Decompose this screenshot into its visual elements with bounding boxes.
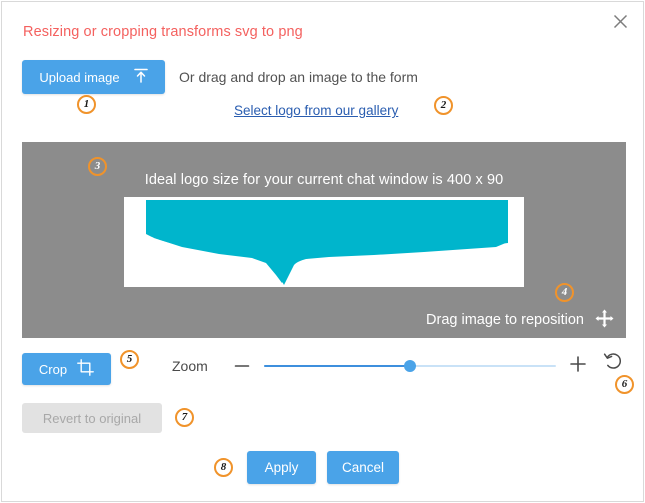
upload-image-button[interactable]: Upload image xyxy=(22,60,165,94)
callout-badge-8: 8 xyxy=(214,458,233,477)
upload-icon xyxy=(133,68,148,86)
image-preview-area[interactable]: Ideal logo size for your current chat wi… xyxy=(22,142,626,338)
zoom-in-button[interactable] xyxy=(569,355,587,373)
apply-button[interactable]: Apply xyxy=(247,451,316,484)
callout-badge-5: 5 xyxy=(120,350,139,369)
callout-badge-1: 1 xyxy=(77,95,96,114)
zoom-label: Zoom xyxy=(172,358,208,374)
zoom-slider-handle[interactable] xyxy=(404,360,416,372)
minus-icon xyxy=(234,361,250,378)
callout-badge-6: 6 xyxy=(615,375,634,394)
close-button[interactable] xyxy=(607,8,633,34)
reset-button[interactable] xyxy=(603,352,625,374)
callout-badge-2: 2 xyxy=(434,96,453,115)
crop-button-label: Crop xyxy=(38,361,68,377)
zoom-slider-fill xyxy=(264,365,410,367)
move-arrows-icon xyxy=(595,309,614,328)
drag-to-reposition-hint: Drag image to reposition xyxy=(426,312,584,328)
upload-image-button-label: Upload image xyxy=(39,69,120,85)
callout-badge-7: 7 xyxy=(175,408,194,427)
callout-badge-4: 4 xyxy=(555,283,574,302)
zoom-slider[interactable] xyxy=(264,359,556,373)
dialog-title: Resizing or cropping transforms svg to p… xyxy=(23,24,303,40)
crop-icon xyxy=(77,359,94,379)
callout-badge-3: 3 xyxy=(88,157,107,176)
plus-icon xyxy=(569,356,587,377)
close-icon xyxy=(613,14,628,29)
crop-button[interactable]: Crop xyxy=(22,353,111,385)
select-logo-from-gallery-link[interactable]: Select logo from our gallery xyxy=(234,103,398,118)
revert-to-original-button[interactable]: Revert to original xyxy=(22,403,162,433)
ideal-logo-size-caption: Ideal logo size for your current chat wi… xyxy=(144,172,504,188)
logo-upload-dialog-screenshot: Resizing or cropping transforms svg to p… xyxy=(0,0,645,503)
rotate-ccw-icon xyxy=(603,353,623,376)
dialog-frame: Resizing or cropping transforms svg to p… xyxy=(1,1,644,502)
zoom-out-button[interactable] xyxy=(234,358,250,374)
cancel-button[interactable]: Cancel xyxy=(327,451,399,484)
drag-and-drop-hint: Or drag and drop an image to the form xyxy=(179,69,418,85)
logo-canvas[interactable] xyxy=(124,197,524,287)
logo-speech-bubble-shape xyxy=(146,200,508,285)
